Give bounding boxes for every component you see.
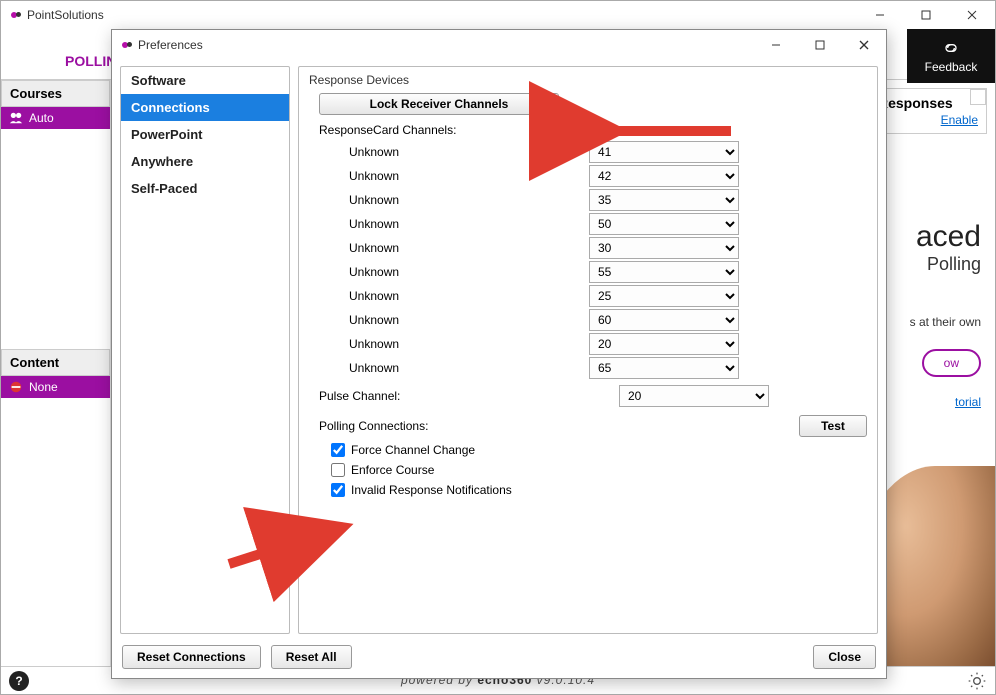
channel-label: Unknown: [309, 265, 589, 279]
channel-row: Unknown50: [309, 213, 867, 235]
pulse-channel-label: Pulse Channel:: [309, 389, 619, 403]
pref-title: Preferences: [138, 38, 203, 52]
channel-select[interactable]: 42: [589, 165, 739, 187]
channel-label: Unknown: [309, 169, 589, 183]
pref-nav-software[interactable]: Software: [121, 67, 289, 94]
invalid-response-notifications-checkbox[interactable]: [331, 483, 345, 497]
pref-nav-self-paced[interactable]: Self-Paced: [121, 175, 289, 202]
app-icon: [120, 38, 134, 52]
preferences-dialog: Preferences SoftwareConnectionsPowerPoin…: [111, 29, 887, 679]
channel-select[interactable]: 25: [589, 285, 739, 307]
pulse-channel-select[interactable]: 20: [619, 385, 769, 407]
pref-content[interactable]: Response Devices Lock Receiver Channels …: [298, 66, 878, 634]
channel-label: Unknown: [309, 217, 589, 231]
channel-row: Unknown41: [309, 141, 867, 163]
channel-row: Unknown25: [309, 285, 867, 307]
responsecard-label: ResponseCard Channels:: [319, 123, 867, 137]
enforce-course-label[interactable]: Enforce Course: [351, 463, 434, 477]
pref-close-x-button[interactable]: [842, 31, 886, 59]
pref-minimize-button[interactable]: [754, 31, 798, 59]
channel-label: Unknown: [309, 145, 589, 159]
channel-select[interactable]: 41: [589, 141, 739, 163]
test-button[interactable]: Test: [799, 415, 867, 437]
pref-nav-anywhere[interactable]: Anywhere: [121, 148, 289, 175]
group-title: Response Devices: [309, 73, 867, 87]
channel-label: Unknown: [309, 337, 589, 351]
pref-footer: Reset Connections Reset All Close: [112, 636, 886, 678]
channel-row: Unknown20: [309, 333, 867, 355]
enforce-course-checkbox[interactable]: [331, 463, 345, 477]
invalid-response-notifications-label[interactable]: Invalid Response Notifications: [351, 483, 512, 497]
pref-nav: SoftwareConnectionsPowerPointAnywhereSel…: [120, 66, 290, 634]
force-channel-change-label[interactable]: Force Channel Change: [351, 443, 475, 457]
lock-receiver-button[interactable]: Lock Receiver Channels: [319, 93, 559, 115]
channel-select[interactable]: 55: [589, 261, 739, 283]
channel-select[interactable]: 60: [589, 309, 739, 331]
channel-label: Unknown: [309, 361, 589, 375]
channel-row: Unknown42: [309, 165, 867, 187]
channel-label: Unknown: [309, 241, 589, 255]
polling-connections-label: Polling Connections:: [319, 419, 428, 433]
channel-select[interactable]: 35: [589, 189, 739, 211]
force-channel-change-checkbox[interactable]: [331, 443, 345, 457]
channel-row: Unknown65: [309, 357, 867, 379]
channel-row: Unknown60: [309, 309, 867, 331]
pref-nav-connections[interactable]: Connections: [121, 94, 289, 121]
channel-label: Unknown: [309, 289, 589, 303]
reset-all-button[interactable]: Reset All: [271, 645, 352, 669]
channel-row: Unknown35: [309, 189, 867, 211]
channel-row: Unknown30: [309, 237, 867, 259]
channel-select[interactable]: 50: [589, 213, 739, 235]
close-button[interactable]: Close: [813, 645, 876, 669]
pref-maximize-button[interactable]: [798, 31, 842, 59]
reset-connections-button[interactable]: Reset Connections: [122, 645, 261, 669]
channel-select[interactable]: 65: [589, 357, 739, 379]
channel-label: Unknown: [309, 313, 589, 327]
channel-select[interactable]: 20: [589, 333, 739, 355]
main-window: PointSolutions POLLING Feedback Courses: [0, 0, 996, 695]
channel-select[interactable]: 30: [589, 237, 739, 259]
pref-titlebar: Preferences: [112, 30, 886, 60]
pref-nav-powerpoint[interactable]: PowerPoint: [121, 121, 289, 148]
channel-row: Unknown55: [309, 261, 867, 283]
channel-label: Unknown: [309, 193, 589, 207]
